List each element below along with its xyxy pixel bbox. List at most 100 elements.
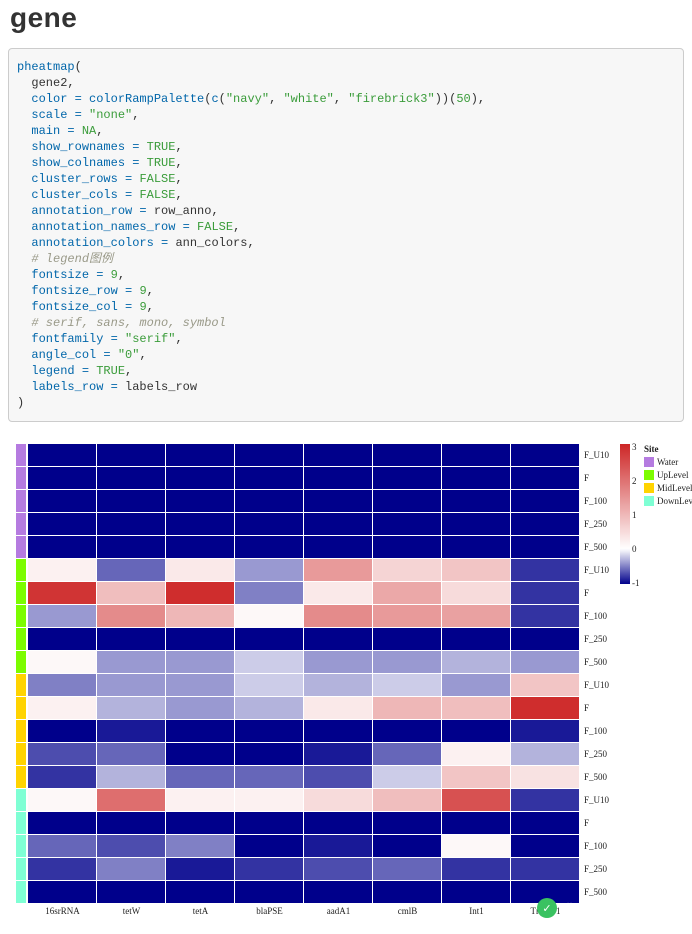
heatmap-cell (28, 582, 97, 605)
heatmap-cell (373, 858, 442, 881)
legend-item: Water (644, 456, 692, 468)
heatmap-row (28, 812, 580, 835)
heatmap-row (28, 835, 580, 858)
heatmap-row (28, 467, 580, 490)
heatmap-cell (28, 720, 97, 743)
annotation-cell (16, 812, 26, 835)
heatmap-cell (235, 720, 304, 743)
heatmap-cell (442, 743, 511, 766)
heatmap-cell (166, 490, 235, 513)
heatmap-cell (166, 651, 235, 674)
row-label: F_100 (584, 835, 619, 858)
heatmap-cell (97, 536, 166, 559)
heatmap-cell (235, 812, 304, 835)
legend-swatch (644, 470, 654, 480)
heatmap-cell (373, 628, 442, 651)
annotation-cell (16, 582, 26, 605)
heatmap-cell (235, 444, 304, 467)
annotation-legend: SiteWaterUpLevelMidLevelDownLevel (644, 444, 692, 508)
heatmap-cell (304, 651, 373, 674)
heatmap-cell (166, 743, 235, 766)
heatmap-cell (97, 812, 166, 835)
col-label: Int1 (442, 906, 511, 916)
heatmap-cell (166, 582, 235, 605)
legend-item: MidLevel (644, 482, 692, 494)
annotation-cell (16, 605, 26, 628)
annotation-cell (16, 743, 26, 766)
heatmap-cell (304, 513, 373, 536)
page-title: gene (10, 2, 684, 34)
heatmap-cell (166, 812, 235, 835)
legend-label: UpLevel (657, 470, 689, 480)
heatmap-cell (28, 628, 97, 651)
annotation-cell (16, 858, 26, 881)
col-label: blaPSE (235, 906, 304, 916)
heatmap-cell (97, 835, 166, 858)
heatmap-cell (511, 835, 580, 858)
heatmap-cell (511, 789, 580, 812)
colorbar-ticks: -10123 (632, 442, 644, 586)
heatmap-cell (511, 881, 580, 904)
heatmap-cell (511, 720, 580, 743)
heatmap-row (28, 743, 580, 766)
row-label: F_U10 (584, 789, 619, 812)
heatmap-cell (166, 444, 235, 467)
heatmap-cell (511, 559, 580, 582)
legend-item: UpLevel (644, 469, 692, 481)
row-label: F_500 (584, 766, 619, 789)
row-label: F_250 (584, 743, 619, 766)
heatmap-cell (511, 582, 580, 605)
annotation-cell (16, 490, 26, 513)
heatmap-cell (28, 766, 97, 789)
heatmap-cell (442, 881, 511, 904)
heatmap-cell (235, 536, 304, 559)
col-label: tetA (166, 906, 235, 916)
heatmap-row (28, 881, 580, 904)
heatmap-cell (304, 467, 373, 490)
heatmap-cell (511, 467, 580, 490)
heatmap-cell (373, 467, 442, 490)
heatmap-cell (373, 674, 442, 697)
row-label: F_100 (584, 720, 619, 743)
row-label: F_100 (584, 490, 619, 513)
heatmap-cell (97, 444, 166, 467)
heatmap-cell (166, 513, 235, 536)
row-labels: F_U10FF_100F_250F_500F_U10FF_100F_250F_5… (584, 444, 619, 904)
heatmap-cell (373, 582, 442, 605)
annotation-cell (16, 789, 26, 812)
heatmap-cell (166, 881, 235, 904)
annotation-cell (16, 536, 26, 559)
heatmap-cell (511, 490, 580, 513)
heatmap-cell (97, 605, 166, 628)
heatmap-cell (511, 674, 580, 697)
annotation-cell (16, 513, 26, 536)
heatmap-cell (442, 582, 511, 605)
heatmap-cell (235, 766, 304, 789)
heatmap-cell (442, 697, 511, 720)
heatmap-cell (97, 651, 166, 674)
heatmap-cell (235, 858, 304, 881)
heatmap-row (28, 559, 580, 582)
heatmap-cell (373, 766, 442, 789)
heatmap-row (28, 720, 580, 743)
heatmap-cell (235, 513, 304, 536)
heatmap-cell (442, 858, 511, 881)
heatmap-cell (304, 881, 373, 904)
heatmap-cell (28, 651, 97, 674)
annotation-cell (16, 467, 26, 490)
col-label: TnpA01 (511, 906, 580, 916)
heatmap-cell (166, 467, 235, 490)
heatmap-cell (442, 559, 511, 582)
row-label: F_500 (584, 881, 619, 904)
heatmap-cell (511, 628, 580, 651)
heatmap-row (28, 697, 580, 720)
heatmap-cell (442, 490, 511, 513)
heatmap-cell (373, 536, 442, 559)
heatmap-cell (28, 858, 97, 881)
heatmap-cell (304, 628, 373, 651)
heatmap-cell (235, 582, 304, 605)
row-label: F (584, 697, 619, 720)
heatmap-cell (97, 766, 166, 789)
heatmap-cell (166, 720, 235, 743)
legend-swatch (644, 496, 654, 506)
